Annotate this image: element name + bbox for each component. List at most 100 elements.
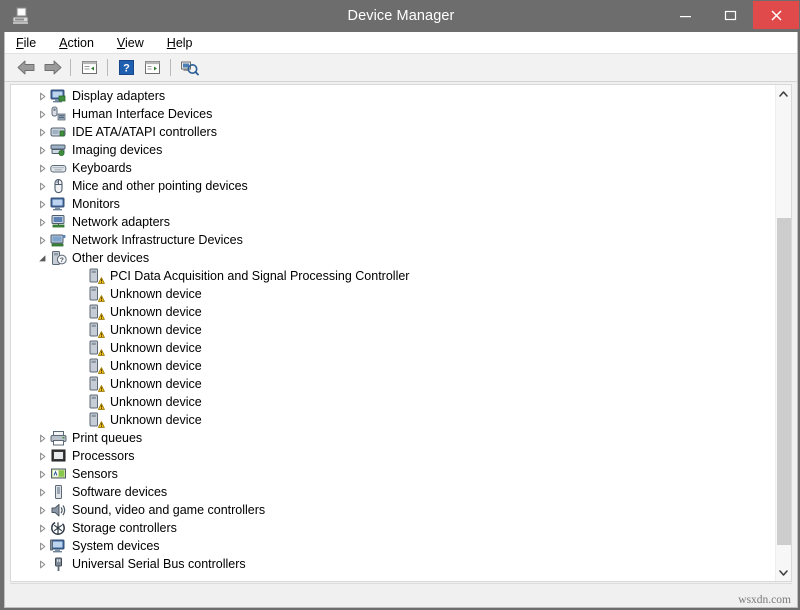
expand-triangle-icon[interactable] — [35, 483, 50, 501]
tree-node[interactable]: Human Interface Devices — [11, 105, 776, 123]
tree-node[interactable]: Universal Serial Bus controllers — [11, 555, 776, 573]
tree-node[interactable]: Processors — [11, 447, 776, 465]
tree-node[interactable]: IDE ATA/ATAPI controllers — [11, 123, 776, 141]
tree-node[interactable]: Network Infrastructure Devices — [11, 231, 776, 249]
update-driver-icon — [144, 60, 161, 75]
expand-triangle-icon[interactable] — [35, 465, 50, 483]
tree-node[interactable]: Sound, video and game controllers — [11, 501, 776, 519]
expand-triangle-icon[interactable] — [35, 501, 50, 519]
menu-view[interactable]: View — [117, 34, 155, 52]
forward-button[interactable] — [39, 56, 65, 80]
scan-hardware-button[interactable] — [176, 56, 202, 80]
tree-node[interactable]: System devices — [11, 537, 776, 555]
tree-node[interactable]: Unknown device — [11, 375, 776, 393]
expand-triangle-icon[interactable] — [35, 429, 50, 447]
menu-action[interactable]: Action — [59, 34, 105, 52]
toolbar: ? — [5, 54, 797, 82]
tree-node[interactable]: Unknown device — [11, 285, 776, 303]
help-button[interactable]: ? — [113, 56, 139, 80]
tree-node-label: System devices — [72, 537, 160, 555]
back-button[interactable] — [13, 56, 39, 80]
status-bar — [10, 583, 792, 603]
close-button[interactable] — [753, 1, 799, 29]
title-bar[interactable]: Device Manager — [1, 1, 800, 32]
tree-node-label: Display adapters — [72, 87, 165, 105]
collapse-triangle-icon[interactable] — [35, 249, 50, 267]
tree-node[interactable]: Keyboards — [11, 159, 776, 177]
tree-indent-spacer — [73, 357, 88, 375]
display-adapter-icon — [50, 88, 67, 105]
expand-triangle-icon[interactable] — [35, 87, 50, 105]
expand-triangle-icon[interactable] — [35, 159, 50, 177]
device-manager-window: Device Manager File Action View Help — [0, 0, 800, 610]
scroll-up-button[interactable] — [776, 85, 791, 102]
expand-triangle-icon[interactable] — [35, 213, 50, 231]
ide-controller-icon — [50, 124, 67, 141]
tree-node[interactable]: Network adapters — [11, 213, 776, 231]
tree-node[interactable]: Software devices — [11, 483, 776, 501]
tree-node-label: Unknown device — [110, 357, 202, 375]
device-tree: Display adaptersHuman Interface DevicesI… — [11, 85, 776, 581]
toolbar-separator — [107, 59, 108, 76]
minimize-button[interactable] — [663, 1, 708, 29]
tree-node-label: Unknown device — [110, 411, 202, 429]
maximize-icon — [724, 9, 737, 22]
tree-node[interactable]: Monitors — [11, 195, 776, 213]
tree-node[interactable]: Unknown device — [11, 303, 776, 321]
properties-icon — [81, 60, 98, 75]
tree-node[interactable]: Display adapters — [11, 87, 776, 105]
tree-node[interactable]: Unknown device — [11, 321, 776, 339]
expand-triangle-icon[interactable] — [35, 447, 50, 465]
watermark-text: wsxdn.com — [738, 594, 791, 606]
maximize-button[interactable] — [708, 1, 753, 29]
tree-node[interactable]: Unknown device — [11, 393, 776, 411]
network-infrastructure-icon — [50, 232, 67, 249]
tree-node-label: IDE ATA/ATAPI controllers — [72, 123, 217, 141]
vertical-scrollbar[interactable] — [775, 85, 791, 581]
scroll-down-button[interactable] — [776, 564, 791, 581]
tree-node-label: Sensors — [72, 465, 118, 483]
client-area: File Action View Help — [4, 32, 798, 608]
imaging-device-icon — [50, 142, 67, 159]
tree-node[interactable]: Storage controllers — [11, 519, 776, 537]
unknown-device-warning-icon — [88, 322, 105, 339]
unknown-device-warning-icon — [88, 412, 105, 429]
tree-indent-spacer — [73, 267, 88, 285]
tree-node-label: Print queues — [72, 429, 142, 447]
expand-triangle-icon[interactable] — [35, 519, 50, 537]
expand-triangle-icon[interactable] — [35, 231, 50, 249]
menu-help[interactable]: Help — [167, 34, 204, 52]
tree-indent-spacer — [73, 375, 88, 393]
properties-button[interactable] — [76, 56, 102, 80]
scrollbar-thumb[interactable] — [777, 218, 791, 545]
sound-controller-icon — [50, 502, 67, 519]
tree-node-label: Unknown device — [110, 303, 202, 321]
tree-node[interactable]: ?Other devices — [11, 249, 776, 267]
tree-indent-spacer — [73, 321, 88, 339]
scroll-down-icon — [779, 570, 788, 576]
tree-node[interactable]: PCI Data Acquisition and Signal Processi… — [11, 267, 776, 285]
expand-triangle-icon[interactable] — [35, 123, 50, 141]
tree-indent-spacer — [73, 339, 88, 357]
tree-node[interactable]: Mice and other pointing devices — [11, 177, 776, 195]
minimize-icon — [679, 9, 692, 22]
forward-arrow-icon — [43, 60, 62, 75]
tree-node[interactable]: Unknown device — [11, 339, 776, 357]
tree-node[interactable]: Print queues — [11, 429, 776, 447]
expand-triangle-icon[interactable] — [35, 555, 50, 573]
expand-triangle-icon[interactable] — [35, 537, 50, 555]
expand-triangle-icon[interactable] — [35, 105, 50, 123]
svg-text:?: ? — [123, 63, 130, 75]
expand-triangle-icon[interactable] — [35, 141, 50, 159]
tree-node[interactable]: Sensors — [11, 465, 776, 483]
tree-node-label: Unknown device — [110, 339, 202, 357]
tree-node[interactable]: Imaging devices — [11, 141, 776, 159]
expand-triangle-icon[interactable] — [35, 195, 50, 213]
unknown-device-warning-icon — [88, 304, 105, 321]
scan-hardware-changes-icon — [180, 60, 199, 76]
tree-node[interactable]: Unknown device — [11, 357, 776, 375]
update-driver-button[interactable] — [139, 56, 165, 80]
expand-triangle-icon[interactable] — [35, 177, 50, 195]
tree-node[interactable]: Unknown device — [11, 411, 776, 429]
menu-file[interactable]: File — [16, 34, 47, 52]
